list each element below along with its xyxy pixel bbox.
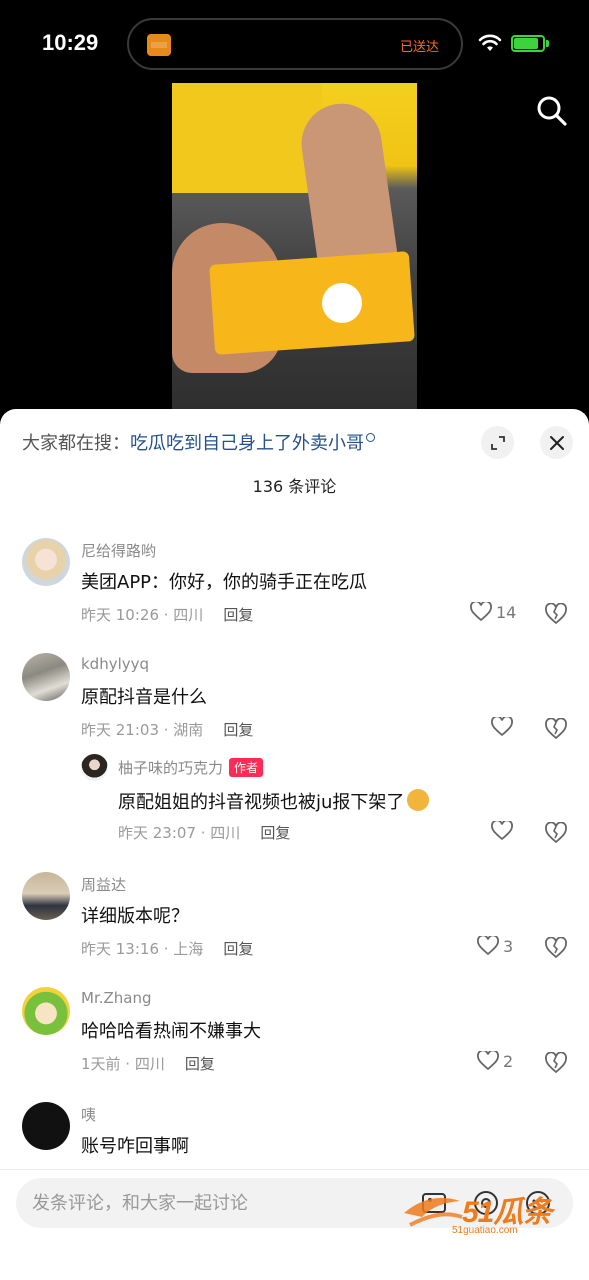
comment-text: 原配抖音是什么 — [81, 687, 207, 708]
like-button[interactable] — [491, 717, 513, 737]
video-package — [209, 251, 415, 355]
battery-icon — [511, 35, 545, 52]
like-button[interactable]: 3 — [477, 936, 513, 956]
hot-search-prefix: 大家都在搜： — [22, 433, 130, 454]
heart-icon — [477, 936, 499, 956]
avatar[interactable] — [22, 872, 70, 920]
reply-button[interactable]: 回复 — [223, 721, 253, 739]
reply-username[interactable]: 柚子味的巧克力 — [118, 759, 223, 777]
heart-icon — [491, 717, 513, 737]
reply-button[interactable]: 回复 — [223, 606, 253, 624]
delivery-status: 已送达 — [399, 40, 439, 55]
comment-time: 昨天 10:26 · 四川 — [81, 606, 204, 624]
reply-button[interactable]: 回复 — [185, 1055, 215, 1073]
comment-time: 昨天 21:03 · 湖南 — [81, 721, 204, 739]
like-count: 2 — [503, 1051, 514, 1071]
battery-cap — [546, 40, 549, 47]
close-button[interactable] — [540, 426, 573, 459]
comment-input[interactable] — [32, 1188, 412, 1218]
heart-icon — [477, 1051, 499, 1071]
heart-icon — [491, 821, 513, 841]
reply-text: 原配姐姐的抖音视频也被ju报下架了 — [118, 792, 405, 813]
close-icon — [549, 435, 564, 450]
comment-time: 昨天 13:16 · 上海 — [81, 940, 204, 958]
reply-button[interactable]: 回复 — [223, 940, 253, 958]
status-bar: 10:29 已送达 — [0, 0, 589, 80]
like-count: 3 — [503, 936, 514, 956]
like-button[interactable]: 14 — [470, 602, 516, 622]
video-package-sticker — [322, 283, 362, 323]
comment-time: 1天前 · 四川 — [81, 1055, 165, 1073]
input-divider — [0, 1169, 589, 1170]
expand-icon — [490, 435, 505, 450]
comment-text: 原配姐姐的抖音视频也被ju报下架了 — [118, 788, 430, 814]
comment-username[interactable]: 柚子味的巧克力 作者 — [118, 757, 264, 778]
avatar[interactable] — [81, 754, 108, 781]
wifi-icon — [478, 34, 502, 51]
broken-heart-icon[interactable] — [544, 603, 568, 625]
avatar[interactable] — [22, 653, 70, 701]
heart-icon — [470, 602, 492, 622]
expand-button[interactable] — [481, 426, 514, 459]
comment-text: 美团APP：你好，你的骑手正在吃瓜 — [81, 572, 368, 593]
broken-heart-icon[interactable] — [544, 822, 568, 844]
comment-username[interactable]: Mr.Zhang — [81, 989, 152, 1007]
author-tag: 作者 — [229, 758, 264, 777]
like-count: 14 — [496, 602, 517, 622]
comment-username[interactable]: 咦 — [81, 1104, 96, 1125]
broken-heart-icon[interactable] — [544, 1052, 568, 1074]
comment-meta: 昨天 10:26 · 四川 回复 — [81, 604, 253, 625]
comment-text: 账号咋回事啊 — [81, 1136, 189, 1157]
comment-text: 详细版本呢？ — [81, 906, 189, 927]
comment-username[interactable]: 周益达 — [81, 874, 126, 895]
comment-meta: 昨天 13:16 · 上海 回复 — [81, 938, 253, 959]
comment-count: 136 条评论 — [252, 477, 337, 496]
watermark-url: 51guatiao.com — [452, 1225, 518, 1236]
video-shirt — [172, 83, 322, 193]
hot-search[interactable]: 大家都在搜：吃瓜吃到自己身上了外卖小哥 — [22, 429, 375, 455]
like-button[interactable]: 2 — [477, 1051, 513, 1071]
comment-time: 昨天 23:07 · 四川 — [118, 824, 241, 842]
video-preview[interactable] — [172, 83, 417, 413]
dynamic-island[interactable]: 已送达 — [127, 18, 463, 70]
reply-button[interactable]: 回复 — [260, 824, 290, 842]
broken-heart-icon[interactable] — [544, 937, 568, 959]
broken-heart-icon[interactable] — [544, 718, 568, 740]
search-icon[interactable] — [534, 93, 570, 129]
like-button[interactable] — [491, 821, 513, 841]
status-time: 10:29 — [42, 30, 99, 55]
comment-text: 哈哈哈看热闹不嫌事大 — [81, 1021, 261, 1042]
delivery-box-icon — [147, 34, 171, 56]
comment-meta: 1天前 · 四川 回复 — [81, 1053, 215, 1074]
dog-emoji-icon — [407, 789, 430, 811]
comment-username[interactable]: 尼给得路哟 — [81, 540, 156, 561]
battery-level — [514, 38, 538, 49]
avatar[interactable] — [22, 1102, 70, 1150]
screen: 10:29 已送达 大家都在搜：吃瓜吃到自己身上了外卖小哥 136 条评论 尼给… — [0, 0, 589, 1280]
comment-meta: 昨天 23:07 · 四川 回复 — [118, 822, 290, 843]
avatar[interactable] — [22, 538, 70, 586]
hot-search-term[interactable]: 吃瓜吃到自己身上了外卖小哥 — [130, 433, 364, 454]
comment-username[interactable]: kdhylyyq — [81, 655, 149, 673]
comment-meta: 昨天 21:03 · 湖南 回复 — [81, 719, 253, 740]
hot-search-icon — [366, 433, 375, 442]
avatar[interactable] — [22, 987, 70, 1035]
